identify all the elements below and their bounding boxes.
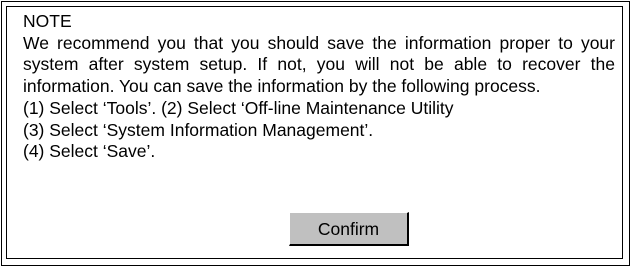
note-body: We recommend you that you should save th…: [23, 32, 615, 97]
note-content: NOTE We recommend you that you should sa…: [23, 11, 615, 163]
confirm-button[interactable]: Confirm: [289, 212, 409, 246]
note-title: NOTE: [23, 11, 72, 31]
step-1-2: (1) Select ‘Tools’. (2) Select ‘Off-line…: [23, 97, 454, 118]
step-4: (4) Select ‘Save’.: [23, 141, 156, 162]
step-3: (3) Select ‘System Information Managemen…: [23, 119, 374, 140]
